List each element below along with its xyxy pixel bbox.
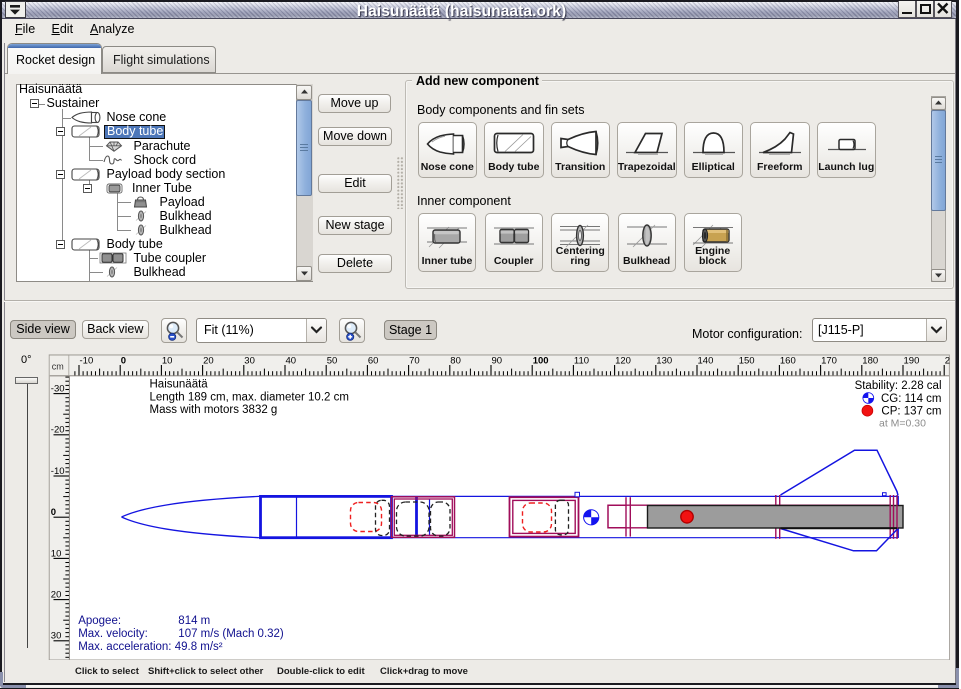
svg-text:20: 20 xyxy=(50,589,61,600)
svg-text:30: 30 xyxy=(50,630,61,641)
svg-text:0: 0 xyxy=(120,355,125,366)
svg-text:10: 10 xyxy=(161,355,172,366)
svg-text:10: 10 xyxy=(50,548,61,559)
svg-text:200: 200 xyxy=(944,355,950,366)
svg-text:140: 140 xyxy=(697,355,713,366)
svg-text:Haisunäätä: Haisunäätä xyxy=(149,378,208,390)
svg-text:-10: -10 xyxy=(79,355,93,366)
svg-text:-30: -30 xyxy=(50,383,64,394)
svg-text:Max. velocity:: Max. velocity: xyxy=(78,627,148,639)
svg-text:CP: 137 cm: CP: 137 cm xyxy=(881,405,941,417)
svg-text:Stability: 2.28 cal: Stability: 2.28 cal xyxy=(854,380,941,392)
svg-text:80: 80 xyxy=(450,355,461,366)
svg-text:Mass with motors 3832 g: Mass with motors 3832 g xyxy=(149,403,277,415)
svg-text:20: 20 xyxy=(203,355,214,366)
svg-text:at M=0.30: at M=0.30 xyxy=(879,417,926,429)
svg-text:40: 40 xyxy=(285,355,296,366)
svg-text:814 m: 814 m xyxy=(178,614,210,626)
svg-text:100: 100 xyxy=(532,355,548,366)
svg-text:0: 0 xyxy=(50,507,55,518)
svg-text:130: 130 xyxy=(656,355,672,366)
svg-text:30: 30 xyxy=(244,355,255,366)
svg-text:160: 160 xyxy=(779,355,795,366)
svg-text:180: 180 xyxy=(862,355,878,366)
svg-text:cm: cm xyxy=(51,361,63,371)
svg-text:Length 189 cm, max. diameter 1: Length 189 cm, max. diameter 10.2 cm xyxy=(149,391,348,403)
svg-text:-20: -20 xyxy=(50,424,64,435)
svg-text:CG: 114 cm: CG: 114 cm xyxy=(881,392,942,404)
svg-text:150: 150 xyxy=(738,355,754,366)
svg-text:50: 50 xyxy=(326,355,337,366)
svg-text:60: 60 xyxy=(367,355,378,366)
svg-text:110: 110 xyxy=(573,355,588,366)
svg-text:190: 190 xyxy=(903,355,919,366)
svg-text:170: 170 xyxy=(821,355,837,366)
svg-text:90: 90 xyxy=(491,355,502,366)
svg-text:Max. acceleration: 49.8 m/s²: Max. acceleration: 49.8 m/s² xyxy=(78,640,223,652)
svg-text:120: 120 xyxy=(615,355,631,366)
svg-text:107 m/s (Mach 0.32): 107 m/s (Mach 0.32) xyxy=(178,627,284,639)
svg-text:70: 70 xyxy=(409,355,420,366)
svg-text:-10: -10 xyxy=(50,465,64,476)
svg-text:Apogee:: Apogee: xyxy=(78,614,121,626)
